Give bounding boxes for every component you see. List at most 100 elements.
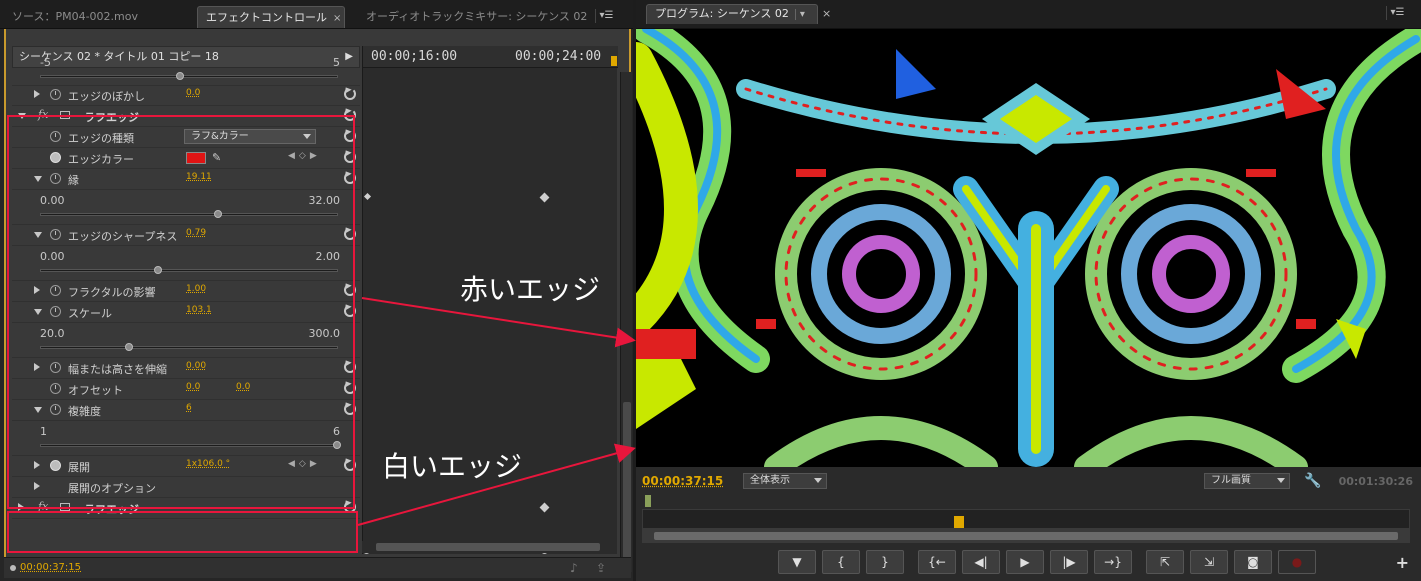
step-back-button[interactable]: ◀| — [962, 550, 1000, 574]
reset-icon[interactable] — [344, 151, 356, 163]
mark-out-button[interactable]: } — [866, 550, 904, 574]
panel-menu-icon[interactable]: ▾☰ — [595, 9, 617, 23]
playhead-marker[interactable] — [953, 516, 964, 528]
prop-value[interactable]: 6 — [186, 403, 192, 413]
audio-icon[interactable]: ♪ — [570, 561, 578, 575]
row-sharpness[interactable]: エッジのシャープネス 0.79 — [12, 225, 360, 246]
collapse-triangle-icon[interactable] — [18, 113, 26, 119]
reset-icon[interactable] — [344, 361, 356, 373]
row-edge-type[interactable]: エッジの種類 ラフ&カラー — [12, 127, 360, 148]
row-edge-blur[interactable]: エッジのぼかし 0.0 — [12, 85, 360, 106]
stopwatch-icon[interactable] — [50, 306, 61, 317]
monitor-zoom-scrollbar[interactable] — [642, 529, 1410, 543]
prop-value[interactable]: 0.79 — [186, 228, 206, 238]
reset-icon[interactable] — [344, 228, 356, 240]
program-video-frame[interactable] — [636, 29, 1421, 467]
keyframe-nav-icon[interactable]: ◀◇▶ — [288, 459, 321, 469]
slider-track[interactable] — [40, 72, 338, 80]
timeline-ruler[interactable]: 00:00;16:00 00:00;24:00 — [363, 46, 618, 68]
slider-thumb[interactable] — [124, 343, 133, 351]
collapse-triangle-icon[interactable] — [34, 407, 42, 413]
prop-value[interactable]: 1x106.0 ° — [186, 459, 230, 469]
slider-track[interactable] — [40, 343, 338, 351]
row-edge-color[interactable]: エッジカラー ✎ ◀◇▶ — [12, 148, 360, 169]
playhead-marker[interactable] — [611, 56, 617, 66]
reset-icon[interactable] — [344, 305, 356, 317]
reset-icon[interactable] — [344, 501, 356, 513]
slider-thumb[interactable] — [176, 72, 185, 80]
collapse-triangle-icon[interactable] — [34, 232, 42, 238]
slider-track[interactable] — [40, 266, 338, 274]
fx-icon[interactable]: fx — [38, 500, 48, 513]
expand-triangle-icon[interactable] — [34, 90, 40, 98]
reset-icon[interactable] — [344, 172, 356, 184]
zoom-dropdown[interactable]: 全体表示 — [743, 473, 827, 489]
edge-type-dropdown[interactable]: ラフ&カラー — [184, 129, 316, 144]
reset-icon[interactable] — [344, 382, 356, 394]
add-button-icon[interactable]: + — [1396, 553, 1409, 572]
scrollbar-thumb[interactable] — [623, 402, 631, 562]
slider-track[interactable] — [40, 210, 338, 218]
prop-value[interactable]: 19.11 — [186, 172, 212, 182]
expand-triangle-icon[interactable] — [34, 461, 40, 469]
scrollbar-thumb[interactable] — [376, 543, 600, 551]
keyframe-diamond[interactable] — [539, 192, 550, 203]
offset-x-value[interactable]: 0.0 — [186, 382, 200, 392]
expand-triangle-icon[interactable] — [34, 286, 40, 294]
lift-button[interactable]: ⇱ — [1146, 550, 1184, 574]
stopwatch-icon[interactable] — [50, 89, 61, 100]
reset-icon[interactable] — [344, 284, 356, 296]
slider-track[interactable] — [40, 441, 341, 449]
close-icon[interactable]: × — [822, 7, 831, 20]
collapse-triangle-icon[interactable] — [34, 309, 42, 315]
eyedropper-icon[interactable]: ✎ — [212, 151, 221, 164]
reset-icon[interactable] — [344, 109, 356, 121]
quality-dropdown[interactable]: フル画質 — [1204, 473, 1290, 489]
slider-thumb[interactable] — [333, 441, 341, 449]
row-border[interactable]: 縁 19.11 — [12, 169, 360, 190]
row-fractal-influence[interactable]: フラクタルの影響 1.00 — [12, 281, 360, 302]
collapse-triangle-icon[interactable] — [34, 176, 42, 182]
stopwatch-icon[interactable] — [50, 131, 61, 142]
offset-y-value[interactable]: 0.0 — [236, 382, 250, 392]
row-scale[interactable]: スケール 103.1 — [12, 302, 360, 323]
in-point-marker[interactable] — [645, 495, 651, 507]
row-complexity[interactable]: 複雑度 6 — [12, 400, 360, 421]
stopwatch-icon[interactable] — [50, 404, 61, 415]
marker-button[interactable]: ▼ — [778, 550, 816, 574]
mark-in-button[interactable]: { — [822, 550, 860, 574]
reset-icon[interactable] — [344, 459, 356, 471]
export-icon[interactable]: ⇪ — [596, 561, 606, 575]
tab-effect-controls[interactable]: エフェクトコントロール × — [197, 6, 345, 28]
horizontal-scrollbar[interactable] — [362, 541, 616, 553]
extract-button[interactable]: ⇲ — [1190, 550, 1228, 574]
row-effect-rough-edges[interactable]: fx ラフエッジ — [12, 106, 360, 127]
color-swatch[interactable] — [186, 152, 206, 164]
tab-program[interactable]: プログラム: シーケンス 02 ▾ — [646, 4, 818, 24]
stopwatch-icon[interactable] — [50, 173, 61, 184]
prop-value[interactable]: 0.0 — [186, 88, 200, 98]
chevron-down-icon[interactable]: ▾ — [794, 9, 805, 20]
slider-thumb[interactable] — [153, 266, 162, 274]
prop-value[interactable]: 1.00 — [186, 284, 206, 294]
slider-thumb[interactable] — [213, 210, 222, 218]
row-offset[interactable]: オフセット 0.0 0.0 — [12, 379, 360, 400]
prop-value[interactable]: 103.1 — [186, 305, 212, 315]
scrollbar-thumb[interactable] — [654, 532, 1398, 540]
row-evolution[interactable]: 展開 1x106.0 ° ◀◇▶ — [12, 456, 360, 477]
reset-icon[interactable] — [344, 403, 356, 415]
stopwatch-icon[interactable] — [50, 362, 61, 373]
fx-icon[interactable]: fx — [38, 108, 48, 121]
prop-value[interactable]: 0.00 — [186, 361, 206, 371]
stopwatch-icon[interactable] — [50, 383, 61, 394]
expand-triangle-icon[interactable] — [34, 363, 40, 371]
reset-icon[interactable] — [344, 88, 356, 100]
stopwatch-icon[interactable] — [50, 152, 61, 163]
go-to-out-button[interactable]: →} — [1094, 550, 1132, 574]
wrench-icon[interactable]: 🔧 — [1304, 473, 1321, 489]
export-frame-button[interactable]: ◙ — [1234, 550, 1272, 574]
expand-triangle-icon[interactable] — [34, 482, 40, 490]
panel-menu-icon[interactable]: ▾☰ — [1386, 6, 1408, 20]
keyframe-edge[interactable] — [363, 192, 372, 201]
playhead-timecode[interactable]: 00:00:37:15 — [642, 474, 723, 488]
